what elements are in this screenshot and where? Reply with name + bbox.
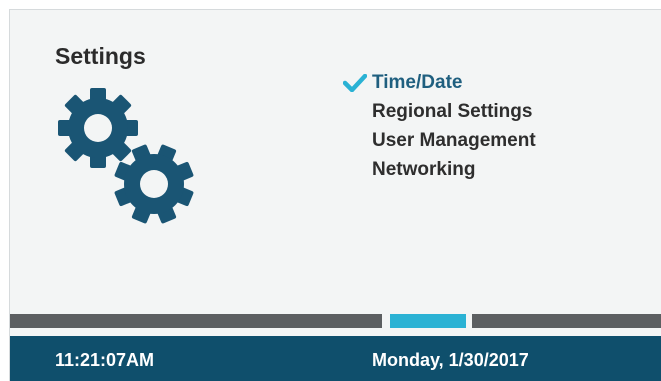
clock-time: 11:21:07AM xyxy=(55,350,155,370)
menu-item-user-management[interactable]: User Management xyxy=(343,126,536,155)
status-bar: 11:21:07AM Monday, 1/30/2017 xyxy=(10,336,661,381)
checkmark-icon xyxy=(343,74,367,92)
clock-date: Monday, 1/30/2017 xyxy=(372,350,529,370)
menu-item-time-date[interactable]: Time/Date xyxy=(343,68,536,97)
page-indicator-segment-3 xyxy=(472,314,661,328)
settings-screen: Settings Time/Date Regional Settings Use… xyxy=(9,9,661,381)
gears-icon xyxy=(58,88,194,224)
menu-item-label: Networking xyxy=(372,159,476,180)
menu-item-networking[interactable]: Networking xyxy=(343,155,536,184)
menu-item-label: Regional Settings xyxy=(372,101,533,122)
page-indicator-segment-1 xyxy=(10,314,382,328)
menu-item-regional-settings[interactable]: Regional Settings xyxy=(343,97,536,126)
page-indicator xyxy=(10,314,661,328)
menu-item-label: User Management xyxy=(372,130,536,151)
page-title: Settings xyxy=(55,43,146,69)
menu-item-label: Time/Date xyxy=(372,72,463,93)
page-indicator-segment-current xyxy=(390,314,466,328)
settings-menu: Time/Date Regional Settings User Managem… xyxy=(343,68,536,184)
